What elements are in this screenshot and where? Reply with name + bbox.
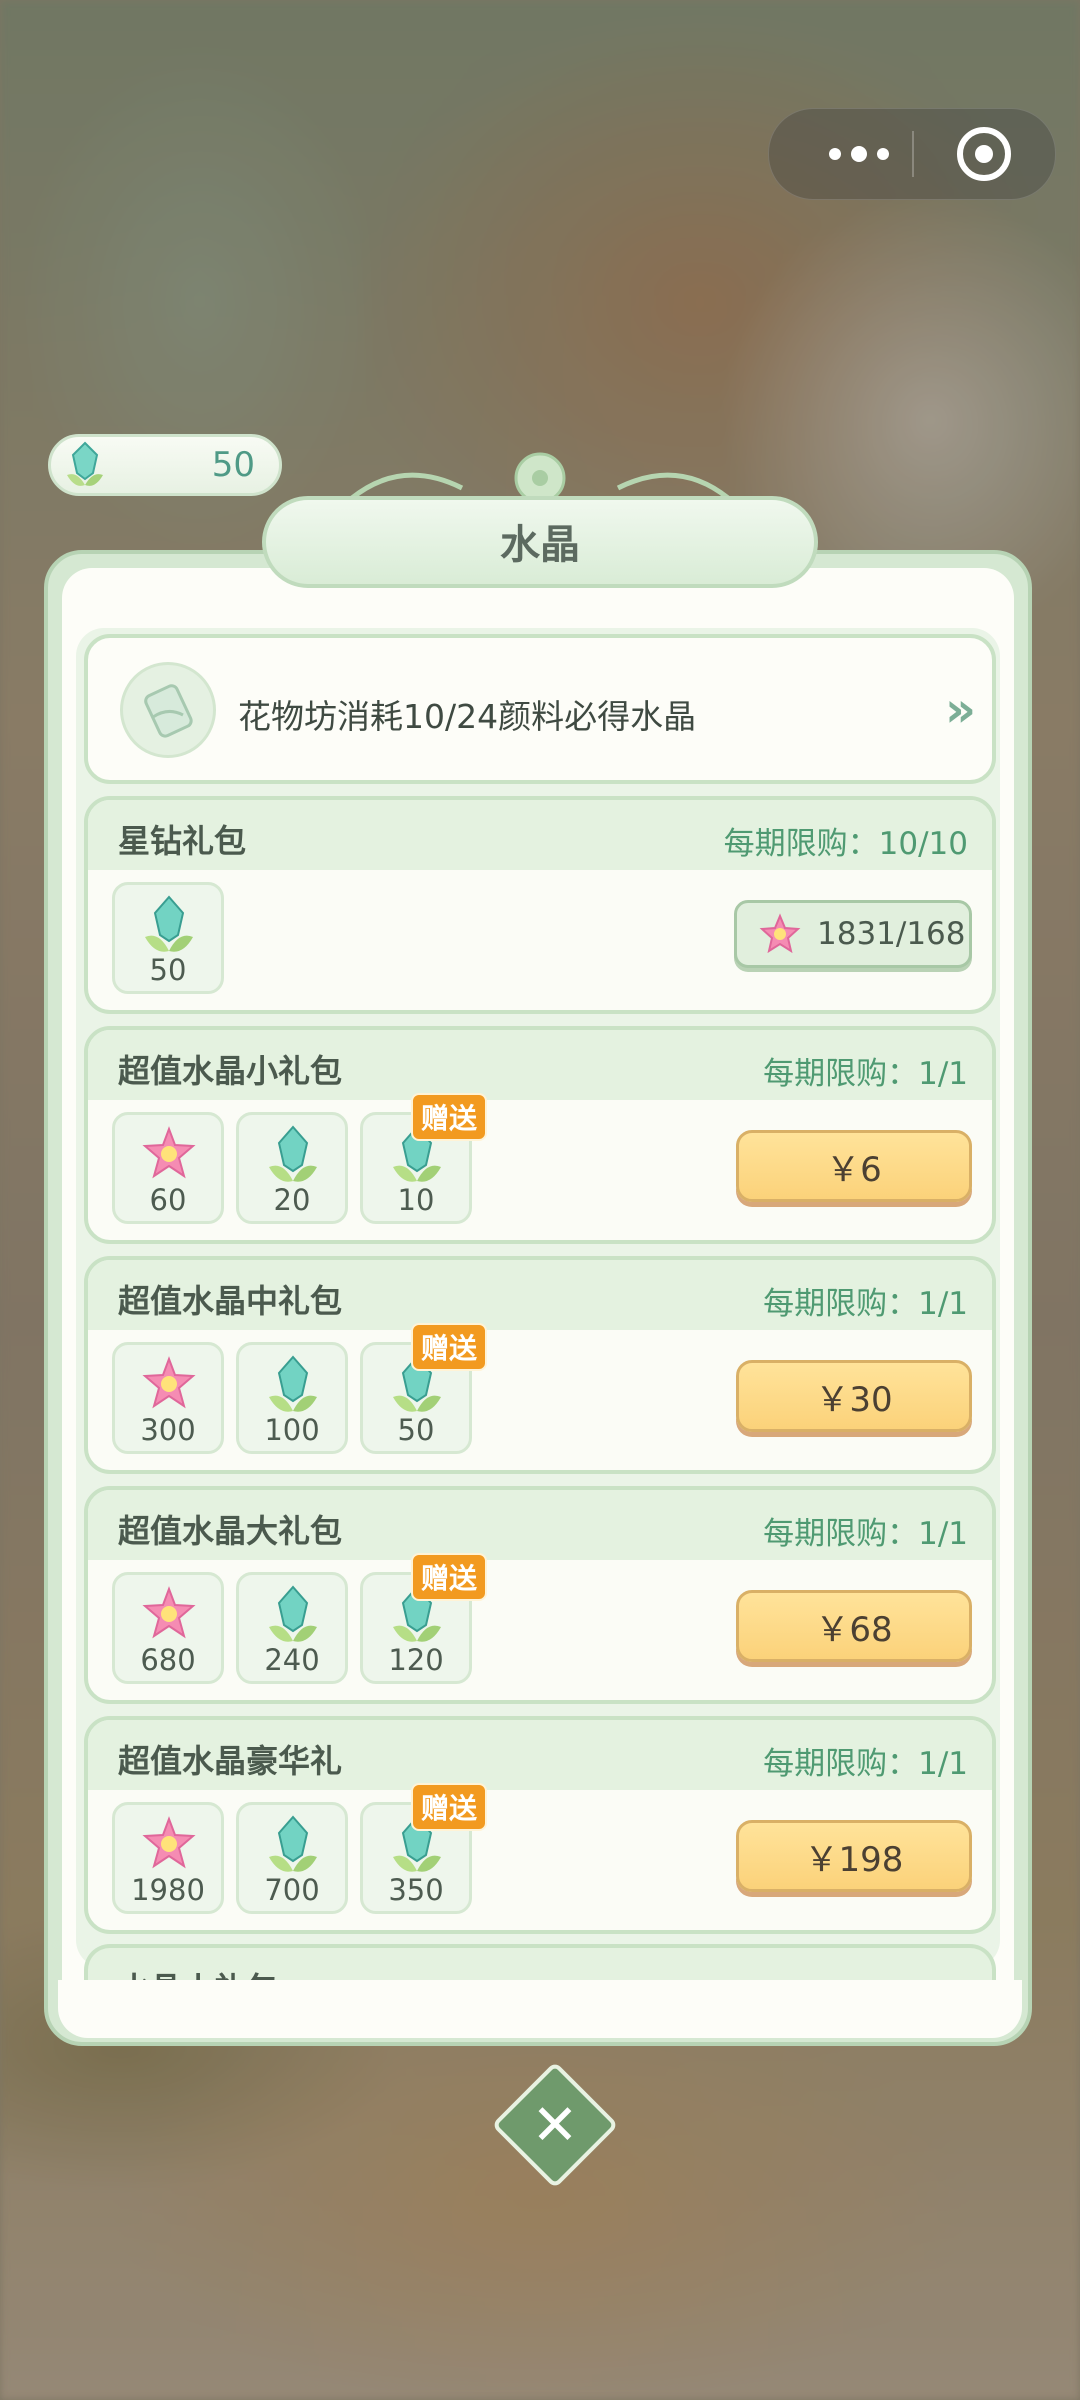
crystal-icon — [145, 895, 193, 952]
purchase-limit: 每期限购：1/1 — [763, 1746, 968, 1782]
pack-card-deluxe: 超值水晶豪华礼 每期限购：1/1 1980 700 350 赠送 ￥198 — [84, 1716, 996, 1934]
item-quantity: 10 — [397, 1183, 435, 1217]
panel-footer — [58, 1980, 1022, 2038]
item-quantity: 700 — [264, 1873, 320, 1907]
crystal-count: 50 — [211, 445, 255, 485]
gift-badge: 赠送 — [410, 1323, 487, 1371]
reward-item-star[interactable]: 300 — [112, 1342, 224, 1454]
more-options-icon[interactable] — [809, 109, 909, 199]
reward-item-star[interactable]: 1980 — [112, 1802, 224, 1914]
notice-banner[interactable]: 花物坊消耗10/24颜料必得水晶 » — [84, 634, 996, 784]
pack-name: 星钻礼包 — [118, 822, 247, 860]
star-icon — [759, 913, 801, 954]
double-chevron-right-icon[interactable]: » — [945, 682, 976, 738]
gift-badge: 赠送 — [410, 1093, 487, 1141]
pack-name: 超值水晶中礼包 — [118, 1282, 343, 1320]
buy-button[interactable]: ￥68 — [736, 1590, 972, 1662]
buy-button[interactable]: ￥30 — [736, 1360, 972, 1432]
pack-items: 300 100 50 赠送 — [112, 1323, 487, 1454]
star-icon — [142, 1356, 196, 1409]
purchase-limit: 每期限购：10/10 — [723, 826, 968, 862]
buy-button[interactable]: ￥6 — [736, 1130, 972, 1202]
star-icon — [142, 1816, 196, 1869]
item-quantity: 50 — [397, 1413, 435, 1447]
purchase-limit: 每期限购：1/1 — [763, 1056, 968, 1092]
pack-name: 超值水晶大礼包 — [118, 1512, 343, 1550]
crystal-icon — [269, 1815, 317, 1872]
page-title: 水晶 — [500, 522, 580, 568]
pack-card-star-diamond: 星钻礼包 每期限购：10/10 50 1831/168 — [84, 796, 996, 1014]
item-quantity: 1980 — [131, 1873, 205, 1907]
item-quantity: 680 — [140, 1643, 196, 1677]
reward-item-crystal[interactable]: 50 — [112, 882, 224, 994]
crystal-icon — [67, 441, 103, 486]
item-quantity: 100 — [264, 1413, 320, 1447]
item-quantity: 50 — [149, 953, 187, 987]
pack-name: 超值水晶豪华礼 — [118, 1742, 343, 1780]
panel-title-plaque: 水晶 — [262, 452, 818, 606]
purchase-limit: 每期限购：1/1 — [763, 1286, 968, 1322]
pack-card-medium: 超值水晶中礼包 每期限购：1/1 300 100 50 赠送 ￥30 — [84, 1256, 996, 1474]
notice-text: 花物坊消耗10/24颜料必得水晶 — [238, 697, 697, 736]
miniprogram-capsule — [768, 108, 1056, 200]
reward-item-bonus-crystal[interactable]: 350 赠送 — [360, 1783, 487, 1914]
pack-items: 1980 700 350 赠送 — [112, 1783, 487, 1914]
pack-items: 50 — [112, 882, 224, 994]
gift-badge: 赠送 — [410, 1783, 487, 1831]
star-icon — [142, 1126, 196, 1179]
item-quantity: 300 — [140, 1413, 196, 1447]
reward-item-crystal[interactable]: 240 — [236, 1572, 348, 1684]
reward-item-star[interactable]: 680 — [112, 1572, 224, 1684]
pack-items: 60 20 10 赠送 — [112, 1093, 487, 1224]
capsule-divider — [912, 131, 914, 177]
reward-item-crystal[interactable]: 20 — [236, 1112, 348, 1224]
buy-button-star[interactable]: 1831/168 — [734, 900, 972, 968]
pack-card-small: 超值水晶小礼包 每期限购：1/1 60 20 10 赠送 ￥6 — [84, 1026, 996, 1244]
star-icon — [142, 1586, 196, 1639]
item-quantity: 240 — [264, 1643, 320, 1677]
purchase-limit: 每期限购：1/1 — [763, 1516, 968, 1552]
crystal-balance: 50 — [48, 434, 282, 496]
item-quantity: 120 — [388, 1643, 444, 1677]
gift-badge: 赠送 — [410, 1553, 487, 1601]
reward-item-bonus-crystal[interactable]: 10 赠送 — [360, 1093, 487, 1224]
pack-items: 680 240 120 赠送 — [112, 1553, 487, 1684]
buy-button[interactable]: ￥198 — [736, 1820, 972, 1892]
crystal-icon — [269, 1355, 317, 1412]
pack-name: 超值水晶小礼包 — [118, 1052, 343, 1090]
crystal-icon — [269, 1125, 317, 1182]
reward-item-crystal[interactable]: 100 — [236, 1342, 348, 1454]
pack-card-large: 超值水晶大礼包 每期限购：1/1 680 240 120 赠送 ￥68 — [84, 1486, 996, 1704]
reward-item-bonus-crystal[interactable]: 50 赠送 — [360, 1323, 487, 1454]
crystal-icon — [269, 1585, 317, 1642]
price-label: 1831/168 — [817, 916, 966, 952]
item-quantity: 20 — [273, 1183, 311, 1217]
reward-item-star[interactable]: 60 — [112, 1112, 224, 1224]
reward-item-crystal[interactable]: 700 — [236, 1802, 348, 1914]
close-icon[interactable]: ✕ — [510, 2080, 600, 2170]
exit-miniprogram-icon[interactable] — [957, 127, 1011, 181]
item-quantity: 60 — [149, 1183, 187, 1217]
scroll-icon — [120, 662, 216, 758]
item-quantity: 350 — [388, 1873, 444, 1907]
reward-item-bonus-crystal[interactable]: 120 赠送 — [360, 1553, 487, 1684]
